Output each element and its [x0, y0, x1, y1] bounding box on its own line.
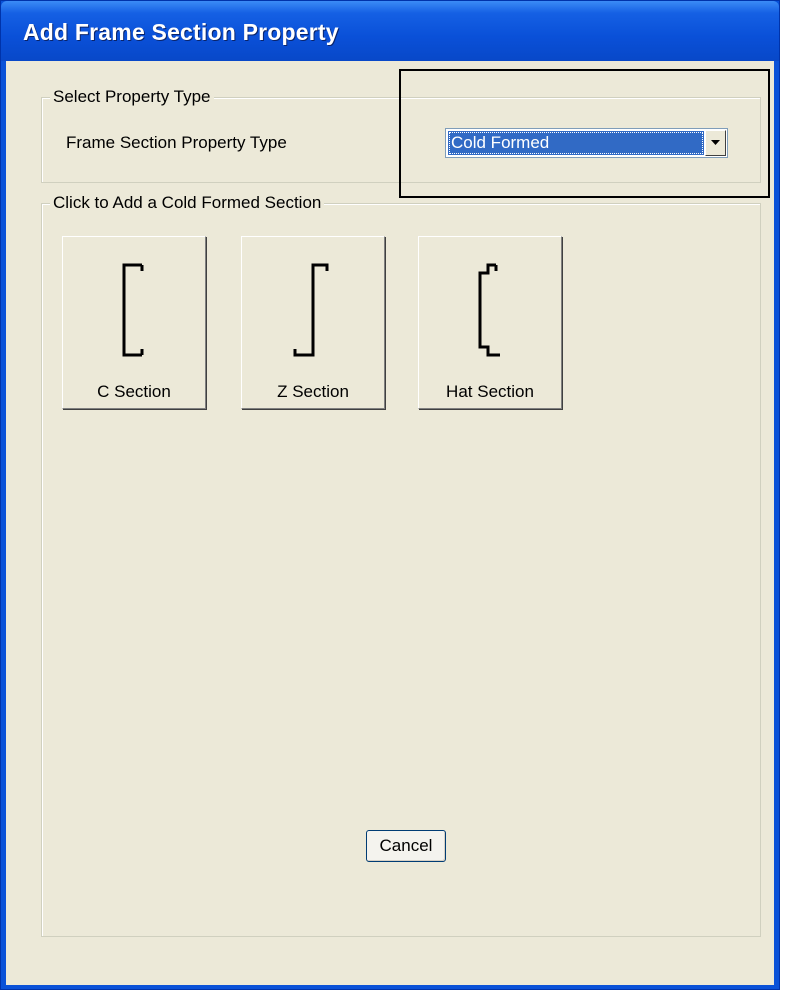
- dialog-window: Add Frame Section Property Select Proper…: [0, 0, 780, 990]
- property-type-selected-value: Cold Formed: [448, 131, 704, 155]
- title-bar[interactable]: Add Frame Section Property: [1, 1, 779, 61]
- c-section-label: C Section: [97, 382, 171, 401]
- hat-section-button[interactable]: Hat Section: [418, 236, 562, 409]
- cancel-button[interactable]: Cancel: [366, 830, 446, 862]
- hat-section-icon: [478, 263, 500, 357]
- z-section-button[interactable]: Z Section: [241, 236, 385, 409]
- property-type-field-label: Frame Section Property Type: [66, 133, 287, 152]
- dropdown-button[interactable]: [705, 130, 726, 156]
- z-section-label: Z Section: [277, 382, 349, 401]
- property-type-group-legend: Select Property Type: [50, 87, 214, 107]
- hat-section-label: Hat Section: [446, 382, 534, 401]
- c-section-icon: [122, 263, 144, 357]
- sections-group-legend: Click to Add a Cold Formed Section: [50, 193, 325, 213]
- property-type-select[interactable]: Cold Formed: [445, 128, 728, 158]
- z-section-icon: [293, 263, 329, 357]
- c-section-button[interactable]: C Section: [62, 236, 206, 409]
- chevron-down-icon: [711, 140, 720, 145]
- window-title: Add Frame Section Property: [23, 19, 339, 45]
